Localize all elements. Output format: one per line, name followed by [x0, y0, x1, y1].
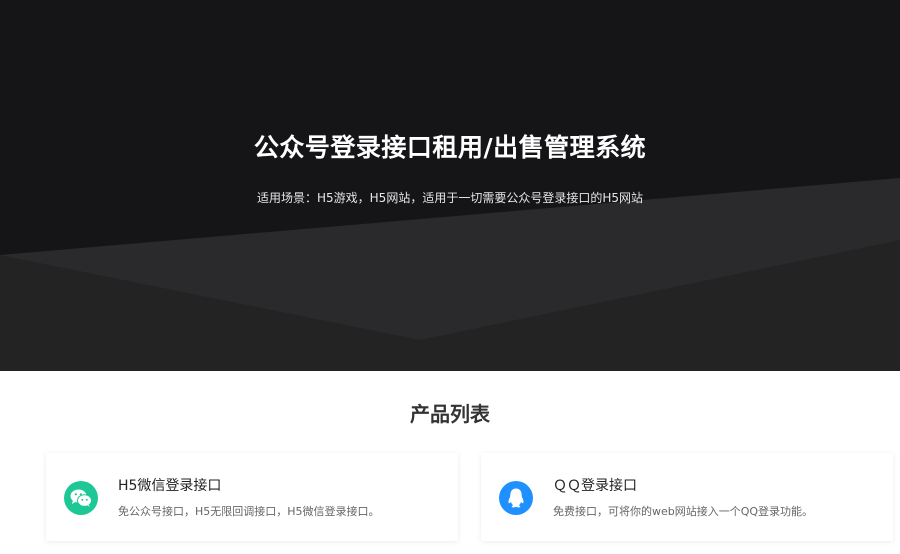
qq-icon: [499, 481, 533, 515]
product-card-wechat-login[interactable]: H5微信登录接口 免公众号接口，H5无限回调接口，H5微信登录接口。: [46, 453, 458, 541]
hero-background: [0, 178, 900, 371]
hero-title-part-3: 租: [432, 133, 458, 162]
product-card-qq-login[interactable]: ＱＱ登录接口 免费接口，可将你的web网站接入一个QQ登录功能。: [481, 453, 893, 541]
product-description: 免公众号接口，H5无限回调接口，H5微信登录接口。: [118, 505, 380, 518]
hero-title-part-5: /出售管理系统: [483, 133, 647, 162]
product-list-title: 产品列表: [410, 402, 490, 426]
hero-subtitle: 适用场景：H5游戏，H5网站，适用于一切需要公众号登录接口的H5网站: [257, 191, 643, 205]
hero-title-part-4: 用: [457, 133, 484, 162]
hero-banner: 公众号登录接口租用/出售管理系统 适用场景：H5游戏，H5网站，适用于一切需要公…: [0, 0, 900, 371]
hero-title-part-2: 接口: [381, 133, 433, 162]
hero-title: 公众号登录接口租用/出售管理系统: [0, 128, 900, 164]
product-name: H5微信登录接口: [118, 478, 222, 494]
product-name: ＱＱ登录接口: [553, 478, 637, 494]
product-description: 免费接口，可将你的web网站接入一个QQ登录功能。: [553, 505, 814, 518]
hero-title-part-1: 公众号登录: [253, 133, 382, 162]
wechat-icon: [64, 481, 98, 515]
